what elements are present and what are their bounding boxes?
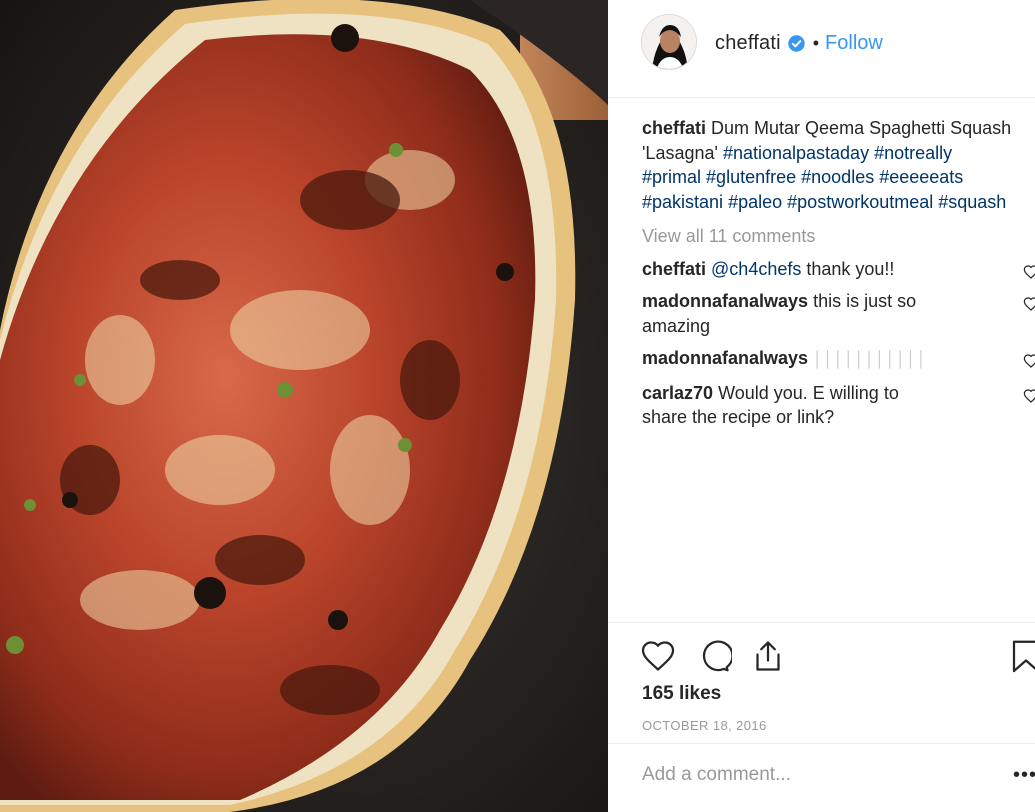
heart-icon[interactable] <box>640 638 676 674</box>
comment-like-heart-icon[interactable] <box>1023 386 1035 403</box>
comment-text: madonnafanalways │││││││││││ <box>642 346 942 373</box>
hashtag-link[interactable]: #pakistani <box>642 192 723 212</box>
verified-badge-icon <box>788 34 805 52</box>
avatar[interactable] <box>641 14 697 70</box>
comment-text: madonnafanalways this is just so amazing <box>642 289 942 338</box>
comments-section: cheffati Dum Mutar Qeema Spaghetti Squas… <box>642 116 1035 430</box>
comment-body: │││││││││││ <box>813 351 928 368</box>
caption-line-1: cheffati Dum Mutar Qeema Spaghetti Squas… <box>642 116 1035 141</box>
comment-like-heart-icon[interactable] <box>1023 262 1035 279</box>
comment-item: madonnafanalways this is just so amazing <box>642 289 1035 338</box>
comment-like-heart-icon[interactable] <box>1023 351 1035 368</box>
more-options-button[interactable]: ••• <box>1013 764 1035 787</box>
post-header: cheffati • Follow <box>608 0 1035 98</box>
comment-text: carlaz70 Would you. E willing to share t… <box>642 381 942 430</box>
comment-username[interactable]: carlaz70 <box>642 383 713 403</box>
share-icon[interactable] <box>750 638 786 674</box>
comment-item: carlaz70 Would you. E willing to share t… <box>642 381 1035 430</box>
comment-like-heart-icon[interactable] <box>1023 294 1035 311</box>
comment-username[interactable]: madonnafanalways <box>642 348 808 368</box>
hashtag-link[interactable]: #squash <box>938 192 1006 212</box>
post-caption: cheffati Dum Mutar Qeema Spaghetti Squas… <box>642 116 1035 214</box>
comment-text: cheffati @ch4chefs thank you!! <box>642 257 942 282</box>
caption-text: Dum Mutar Qeema Spaghetti Squash <box>711 118 1012 138</box>
bookmark-icon[interactable] <box>1008 638 1035 674</box>
comment-username[interactable]: madonnafanalways <box>642 291 808 311</box>
post-author-username[interactable]: cheffati <box>715 32 781 55</box>
comment-icon[interactable] <box>696 638 734 674</box>
post-actions: 165 likes OCTOBER 18, 2016 ••• <box>608 622 1035 812</box>
hashtag-link[interactable]: #glutenfree <box>706 167 796 187</box>
view-all-comments-link[interactable]: View all 11 comments <box>642 224 1035 249</box>
hashtag-link[interactable]: #primal <box>642 167 701 187</box>
post-date: OCTOBER 18, 2016 <box>642 718 767 733</box>
comment-item: madonnafanalways │││││││││││ <box>642 346 1035 373</box>
caption-text-2: 'Lasagna' <box>642 142 718 163</box>
comment-username[interactable]: cheffati <box>642 259 706 279</box>
post-photo[interactable] <box>0 0 608 812</box>
caption-username[interactable]: cheffati <box>642 118 706 138</box>
add-comment-bar: ••• <box>608 743 1035 812</box>
comment-mention[interactable]: @ch4chefs <box>711 259 801 279</box>
hashtag-link[interactable]: #nationalpastaday <box>723 143 869 163</box>
follow-button[interactable]: Follow <box>825 32 883 55</box>
post-details-panel: cheffati • Follow cheffati Dum Mutar Qee… <box>608 0 1035 812</box>
hashtag-link[interactable]: #postworkoutmeal <box>787 192 933 212</box>
likes-count[interactable]: 165 likes <box>642 683 721 705</box>
comment-item: cheffati @ch4chefs thank you!! <box>642 257 1035 282</box>
add-comment-input[interactable] <box>642 764 972 786</box>
hashtag-link[interactable]: #eeeeeats <box>879 167 963 187</box>
caption-line-4: #pakistani #paleo #postworkoutmeal #squa… <box>642 190 1035 215</box>
caption-line-3: #primal #glutenfree #noodles #eeeeeats <box>642 165 1035 190</box>
hashtag-link[interactable]: #notreally <box>874 143 952 163</box>
caption-line-2: 'Lasagna' #nationalpastaday #notreally <box>642 141 1035 166</box>
lasagna-photo <box>0 0 608 812</box>
separator-dot: • <box>812 32 820 53</box>
header-line: cheffati • Follow <box>715 30 883 56</box>
avatar-image <box>642 15 696 69</box>
hashtag-link[interactable]: #noodles <box>801 167 874 187</box>
hashtag-link[interactable]: #paleo <box>728 192 782 212</box>
comment-body: thank you!! <box>806 258 895 279</box>
